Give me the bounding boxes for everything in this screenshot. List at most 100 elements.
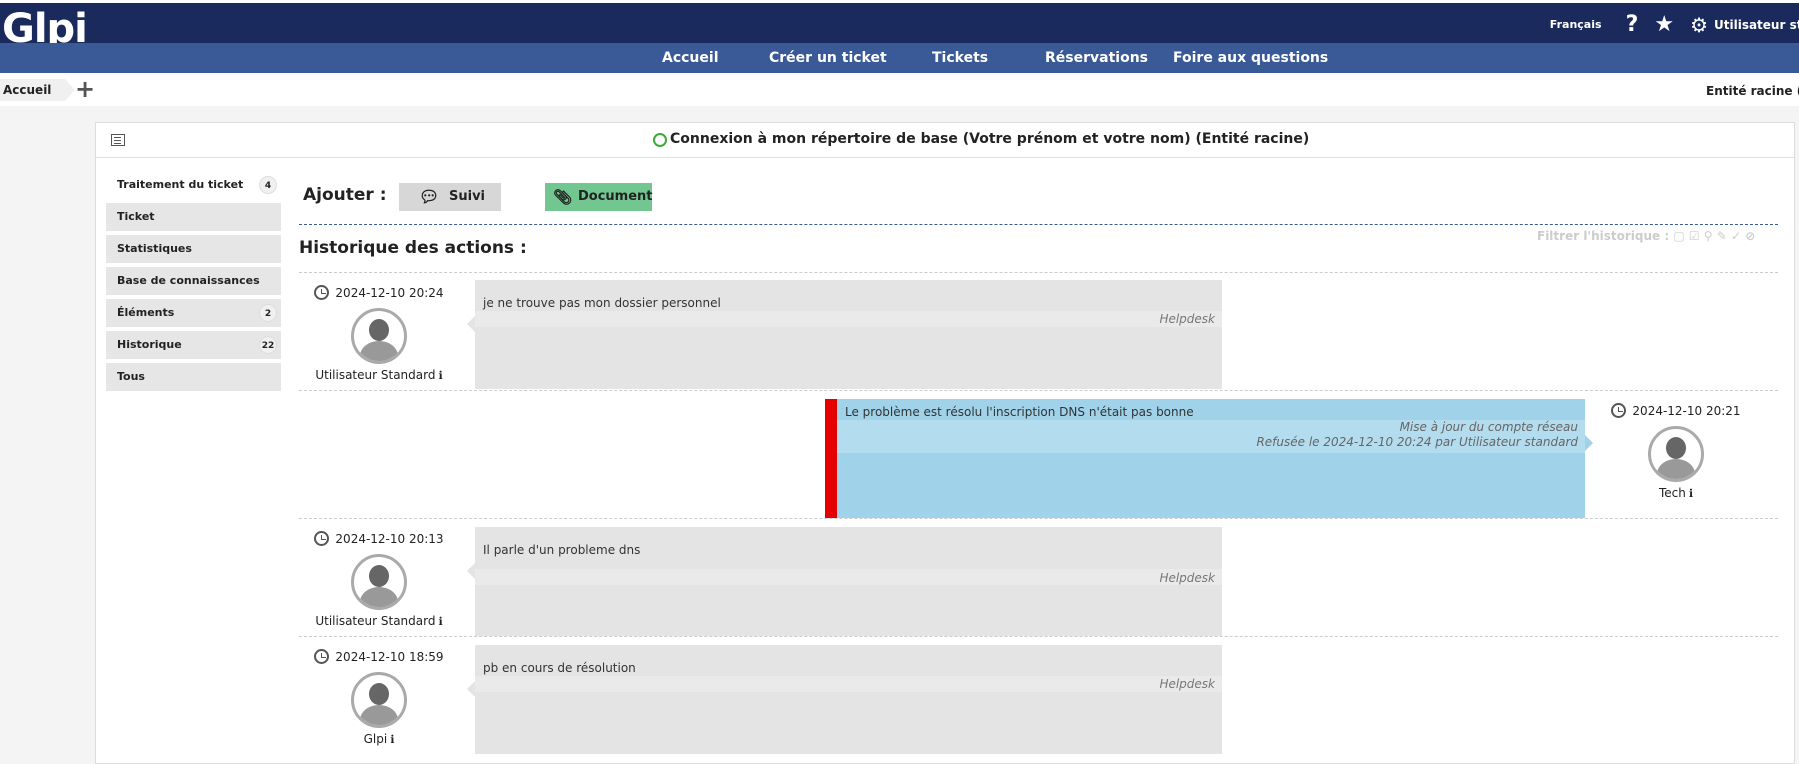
avatar	[1648, 426, 1704, 482]
status-new-icon	[653, 133, 667, 147]
bubble-stripe	[475, 569, 1222, 585]
followup-text: pb en cours de résolution	[483, 661, 636, 675]
add-label: Ajouter :	[303, 185, 387, 205]
author-name: Utilisateur Standard	[315, 614, 436, 628]
history-filter-label: Filtrer l'historique :	[1537, 229, 1670, 243]
tab-list: Traitement du ticket 4 Ticket Statistique…	[106, 171, 281, 395]
plus-icon[interactable]: +	[75, 74, 95, 104]
divider	[299, 272, 1778, 273]
tab-items[interactable]: Éléments 2	[106, 299, 281, 327]
followup-bubble[interactable]: Il parle d'un probleme dns Helpdesk	[467, 527, 1222, 636]
language-selector[interactable]: Français	[1550, 18, 1602, 31]
menu-item-home[interactable]: Accueil	[662, 43, 719, 73]
gear-icon[interactable]: ⚙	[1690, 13, 1708, 37]
followup-source: Helpdesk	[1159, 571, 1215, 585]
info-icon[interactable]: ℹ	[390, 733, 394, 746]
info-icon[interactable]: ℹ	[1689, 487, 1693, 500]
top-bar: Glpi Français ? ★ ⚙ Utilisateur standard	[0, 0, 1799, 49]
user-menu[interactable]: Utilisateur standard	[1714, 18, 1799, 32]
history-filter[interactable]: Filtrer l'historique : ▢ ☑ ⚲ ✎ ✓ ⊘	[1537, 229, 1755, 243]
menu-item-reservations[interactable]: Réservations	[1045, 43, 1148, 73]
clock-icon	[314, 649, 330, 664]
add-document-label: Document	[578, 189, 653, 204]
clock-icon	[1611, 403, 1627, 418]
tab-label: Tous	[117, 370, 145, 383]
filter-icons[interactable]: ▢ ☑ ⚲ ✎ ✓ ⊘	[1673, 229, 1755, 243]
tab-history[interactable]: Historique 22	[106, 331, 281, 359]
tab-label: Ticket	[117, 210, 155, 223]
followup-bubble[interactable]: pb en cours de résolution Helpdesk	[467, 645, 1222, 754]
add-followup-label: Suivi	[449, 189, 486, 204]
entry-author[interactable]: Utilisateur Standard ℹ	[304, 614, 454, 628]
ticket-panel: Connexion à mon répertoire de base (Votr…	[95, 122, 1795, 764]
menu-item-tickets[interactable]: Tickets	[932, 43, 988, 73]
tab-label: Statistiques	[117, 242, 192, 255]
menu-item-faq[interactable]: Foire aux questions	[1173, 43, 1328, 73]
info-icon[interactable]: ℹ	[438, 369, 442, 382]
divider	[299, 636, 1778, 637]
entry-author[interactable]: Utilisateur Standard ℹ	[304, 368, 454, 382]
solution-bubble[interactable]: Le problème est résolu l'inscription DNS…	[825, 399, 1593, 518]
tab-all[interactable]: Tous	[106, 363, 281, 391]
followup-source: Helpdesk	[1159, 312, 1215, 326]
divider	[299, 390, 1778, 391]
bubble-stripe	[475, 676, 1222, 692]
tab-statistics[interactable]: Statistiques	[106, 235, 281, 263]
solution-source: Mise à jour du compte réseau	[1399, 420, 1578, 434]
menu-item-create-ticket[interactable]: Créer un ticket	[769, 43, 887, 73]
entry-date: 2024-12-10 20:13	[304, 531, 454, 546]
followup-text: Il parle d'un probleme dns	[483, 543, 641, 557]
entry-date: 2024-12-10 18:59	[304, 649, 454, 664]
divider	[299, 224, 1778, 225]
divider	[299, 518, 1778, 519]
main-menu: Accueil Créer un ticket Tickets Réservat…	[0, 43, 1799, 73]
tab-badge: 22	[259, 336, 277, 354]
comment-icon: 💬︎	[419, 187, 440, 206]
clock-icon	[314, 531, 330, 546]
history-title: Historique des actions :	[299, 238, 527, 258]
tab-label: Base de connaissances	[117, 274, 260, 287]
tab-badge: 4	[259, 176, 277, 194]
avatar	[351, 672, 407, 728]
entity-selector[interactable]: Entité racine (Arborescence)	[1706, 84, 1799, 98]
add-document-button[interactable]: 📎︎ Document	[545, 183, 653, 211]
page-title: Connexion à mon répertoire de base (Votr…	[653, 131, 1309, 147]
help-icon[interactable]: ?	[1626, 12, 1639, 37]
avatar	[351, 308, 407, 364]
followup-source: Helpdesk	[1159, 677, 1215, 691]
timeline-entry-meta: 2024-12-10 20:13 Utilisateur Standard ℹ	[304, 527, 454, 628]
entry-date: 2024-12-10 20:24	[304, 285, 454, 300]
timeline-entry-meta: 2024-12-10 18:59 Glpi ℹ	[304, 645, 454, 746]
bubble-stripe	[475, 311, 1222, 327]
entry-author[interactable]: Glpi ℹ	[304, 732, 454, 746]
star-icon[interactable]: ★	[1654, 12, 1674, 37]
entry-author[interactable]: Tech ℹ	[1601, 486, 1751, 500]
tab-label: Traitement du ticket	[117, 178, 244, 191]
date-text: 2024-12-10 20:24	[335, 286, 444, 300]
top-right-controls: Français ? ★ ⚙ Utilisateur standard	[1550, 3, 1799, 46]
tab-knowledge-base[interactable]: Base de connaissances	[106, 267, 281, 295]
solution-text: Le problème est résolu l'inscription DNS…	[845, 405, 1194, 419]
ticket-title-bar: Connexion à mon répertoire de base (Votr…	[96, 123, 1794, 158]
timeline-entry-meta: 2024-12-10 20:21 Tech ℹ	[1601, 399, 1751, 500]
tab-label: Historique	[117, 338, 182, 351]
entry-date: 2024-12-10 20:21	[1601, 403, 1751, 418]
author-name: Tech	[1658, 486, 1686, 500]
avatar	[351, 554, 407, 610]
breadcrumb-bar: Accueil	[0, 73, 1799, 106]
tab-ticket[interactable]: Ticket	[106, 203, 281, 231]
tab-ticket-processing[interactable]: Traitement du ticket 4	[106, 171, 281, 199]
info-icon[interactable]: ℹ	[438, 615, 442, 628]
followup-text: je ne trouve pas mon dossier personnel	[483, 296, 721, 310]
add-followup-button[interactable]: 💬︎ Suivi	[399, 183, 501, 211]
tab-label: Éléments	[117, 306, 175, 319]
author-name: Utilisateur Standard	[315, 368, 436, 382]
solution-status: Refusée le 2024-12-10 20:24 par Utilisat…	[1256, 435, 1578, 449]
ticket-title: Connexion à mon répertoire de base (Votr…	[670, 131, 1310, 147]
timeline-entry-meta: 2024-12-10 20:24 Utilisateur Standard ℹ	[304, 281, 454, 382]
date-text: 2024-12-10 20:13	[335, 532, 444, 546]
clock-icon	[314, 285, 330, 300]
list-icon[interactable]	[111, 134, 125, 146]
breadcrumb[interactable]: Accueil	[0, 79, 76, 101]
followup-bubble[interactable]: je ne trouve pas mon dossier personnel H…	[467, 280, 1222, 389]
